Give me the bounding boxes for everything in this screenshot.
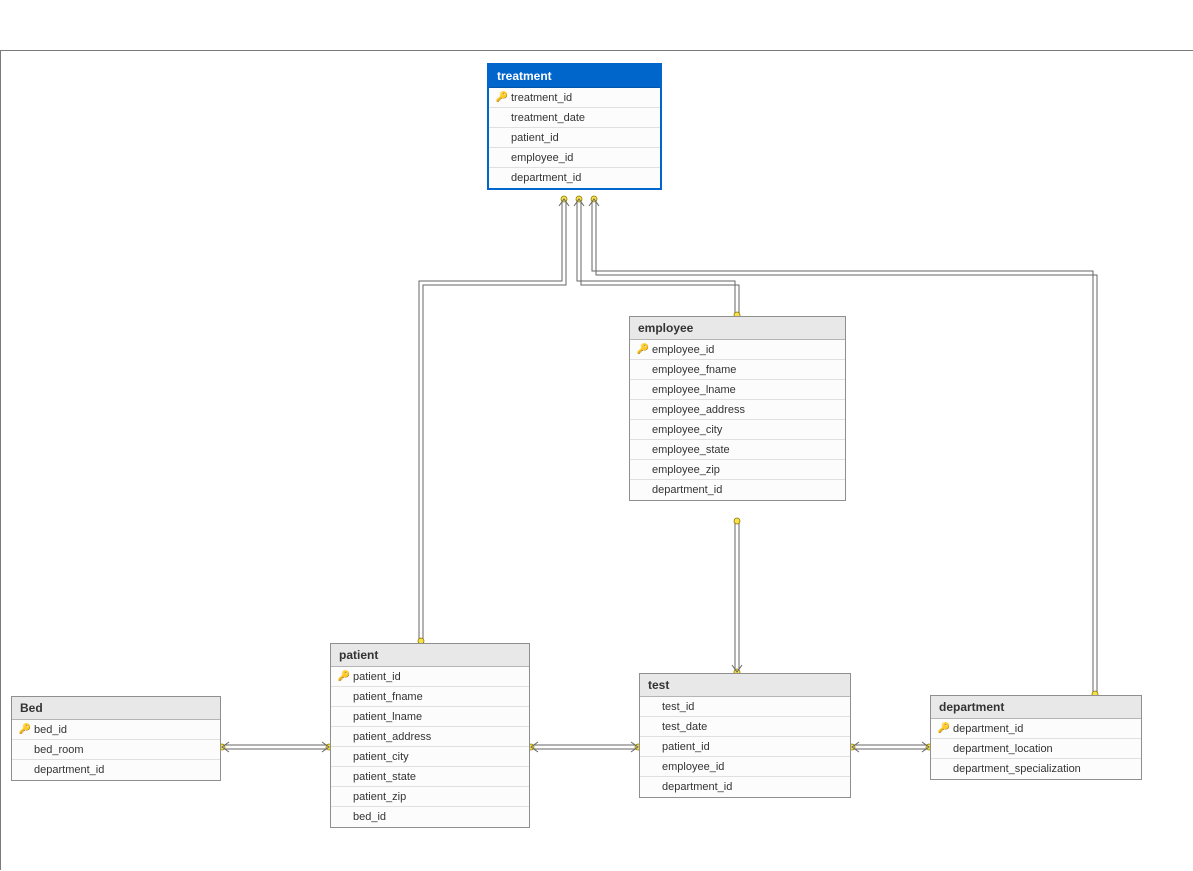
column-name: patient_id bbox=[511, 132, 559, 144]
table-column[interactable]: patient_address bbox=[331, 727, 529, 747]
relationship-test-department bbox=[849, 742, 932, 752]
column-name: patient_fname bbox=[353, 691, 423, 703]
table-column[interactable]: employee_lname bbox=[630, 380, 845, 400]
table-treatment[interactable]: treatment 🔑treatment_id treatment_date p… bbox=[487, 63, 662, 190]
table-column[interactable]: test_id bbox=[640, 697, 850, 717]
column-name: employee_id bbox=[662, 761, 724, 773]
column-name: patient_address bbox=[353, 731, 431, 743]
table-column[interactable]: 🔑employee_id bbox=[630, 340, 845, 360]
table-column[interactable]: patient_state bbox=[331, 767, 529, 787]
key-icon: 🔑 bbox=[16, 724, 34, 735]
key-icon: 🔑 bbox=[634, 344, 652, 355]
column-name: department_id bbox=[662, 781, 732, 793]
relationship-bed-patient bbox=[219, 742, 332, 752]
column-name: test_date bbox=[662, 721, 707, 733]
column-name: test_id bbox=[662, 701, 694, 713]
table-header[interactable]: employee bbox=[630, 317, 845, 340]
column-name: employee_id bbox=[511, 152, 573, 164]
table-column[interactable]: patient_city bbox=[331, 747, 529, 767]
table-column[interactable]: bed_room bbox=[12, 740, 220, 760]
column-name: department_specialization bbox=[953, 763, 1081, 775]
column-name: patient_state bbox=[353, 771, 416, 783]
table-column[interactable]: bed_id bbox=[331, 807, 529, 827]
table-column[interactable]: employee_state bbox=[630, 440, 845, 460]
table-column[interactable]: employee_fname bbox=[630, 360, 845, 380]
table-header[interactable]: patient bbox=[331, 644, 529, 667]
table-column[interactable]: employee_zip bbox=[630, 460, 845, 480]
table-column[interactable]: 🔑department_id bbox=[931, 719, 1141, 739]
column-name: employee_state bbox=[652, 444, 730, 456]
table-column[interactable]: employee_city bbox=[630, 420, 845, 440]
key-icon: 🔑 bbox=[935, 723, 953, 734]
table-header[interactable]: test bbox=[640, 674, 850, 697]
table-column[interactable]: 🔑bed_id bbox=[12, 720, 220, 740]
column-name: employee_id bbox=[652, 344, 714, 356]
diagram-canvas[interactable]: treatment 🔑treatment_id treatment_date p… bbox=[0, 50, 1193, 870]
table-column[interactable]: department_id bbox=[12, 760, 220, 780]
column-name: patient_city bbox=[353, 751, 409, 763]
column-name: patient_id bbox=[662, 741, 710, 753]
table-column[interactable]: 🔑treatment_id bbox=[489, 88, 660, 108]
table-header[interactable]: Bed bbox=[12, 697, 220, 720]
table-column[interactable]: treatment_date bbox=[489, 108, 660, 128]
column-name: employee_zip bbox=[652, 464, 720, 476]
column-name: bed_id bbox=[353, 811, 386, 823]
column-name: bed_room bbox=[34, 744, 84, 756]
column-name: employee_fname bbox=[652, 364, 736, 376]
table-header[interactable]: treatment bbox=[489, 65, 660, 88]
table-column[interactable]: department_id bbox=[630, 480, 845, 500]
column-name: department_location bbox=[953, 743, 1053, 755]
table-column[interactable]: test_date bbox=[640, 717, 850, 737]
table-column[interactable]: patient_id bbox=[640, 737, 850, 757]
table-patient[interactable]: patient 🔑patient_id patient_fname patien… bbox=[330, 643, 530, 828]
key-icon: 🔑 bbox=[493, 92, 511, 103]
table-column[interactable]: employee_address bbox=[630, 400, 845, 420]
column-name: employee_address bbox=[652, 404, 745, 416]
column-name: employee_city bbox=[652, 424, 722, 436]
table-employee[interactable]: employee 🔑employee_id employee_fname emp… bbox=[629, 316, 846, 501]
relationship-treatment-patient bbox=[418, 196, 569, 644]
relationship-employee-test bbox=[732, 518, 742, 675]
table-department[interactable]: department 🔑department_id department_loc… bbox=[930, 695, 1142, 780]
column-name: patient_lname bbox=[353, 711, 422, 723]
column-name: department_id bbox=[652, 484, 722, 496]
table-column[interactable]: 🔑patient_id bbox=[331, 667, 529, 687]
column-name: department_id bbox=[953, 723, 1023, 735]
relationship-treatment-employee bbox=[574, 196, 740, 318]
table-column[interactable]: department_id bbox=[640, 777, 850, 797]
key-icon: 🔑 bbox=[335, 671, 353, 682]
table-header[interactable]: department bbox=[931, 696, 1141, 719]
table-column[interactable]: employee_id bbox=[640, 757, 850, 777]
column-name: treatment_date bbox=[511, 112, 585, 124]
column-name: employee_lname bbox=[652, 384, 736, 396]
table-column[interactable]: patient_fname bbox=[331, 687, 529, 707]
column-name: department_id bbox=[34, 764, 104, 776]
table-column[interactable]: patient_lname bbox=[331, 707, 529, 727]
table-bed[interactable]: Bed 🔑bed_id bed_room department_id bbox=[11, 696, 221, 781]
table-column[interactable]: department_specialization bbox=[931, 759, 1141, 779]
column-name: patient_id bbox=[353, 671, 401, 683]
table-column[interactable]: patient_id bbox=[489, 128, 660, 148]
table-column[interactable]: employee_id bbox=[489, 148, 660, 168]
table-column[interactable]: department_location bbox=[931, 739, 1141, 759]
column-name: department_id bbox=[511, 172, 581, 184]
relationship-patient-test bbox=[528, 742, 641, 752]
column-name: patient_zip bbox=[353, 791, 406, 803]
column-name: bed_id bbox=[34, 724, 67, 736]
table-test[interactable]: test test_id test_date patient_id employ… bbox=[639, 673, 851, 798]
table-column[interactable]: patient_zip bbox=[331, 787, 529, 807]
table-column[interactable]: department_id bbox=[489, 168, 660, 188]
column-name: treatment_id bbox=[511, 92, 572, 104]
